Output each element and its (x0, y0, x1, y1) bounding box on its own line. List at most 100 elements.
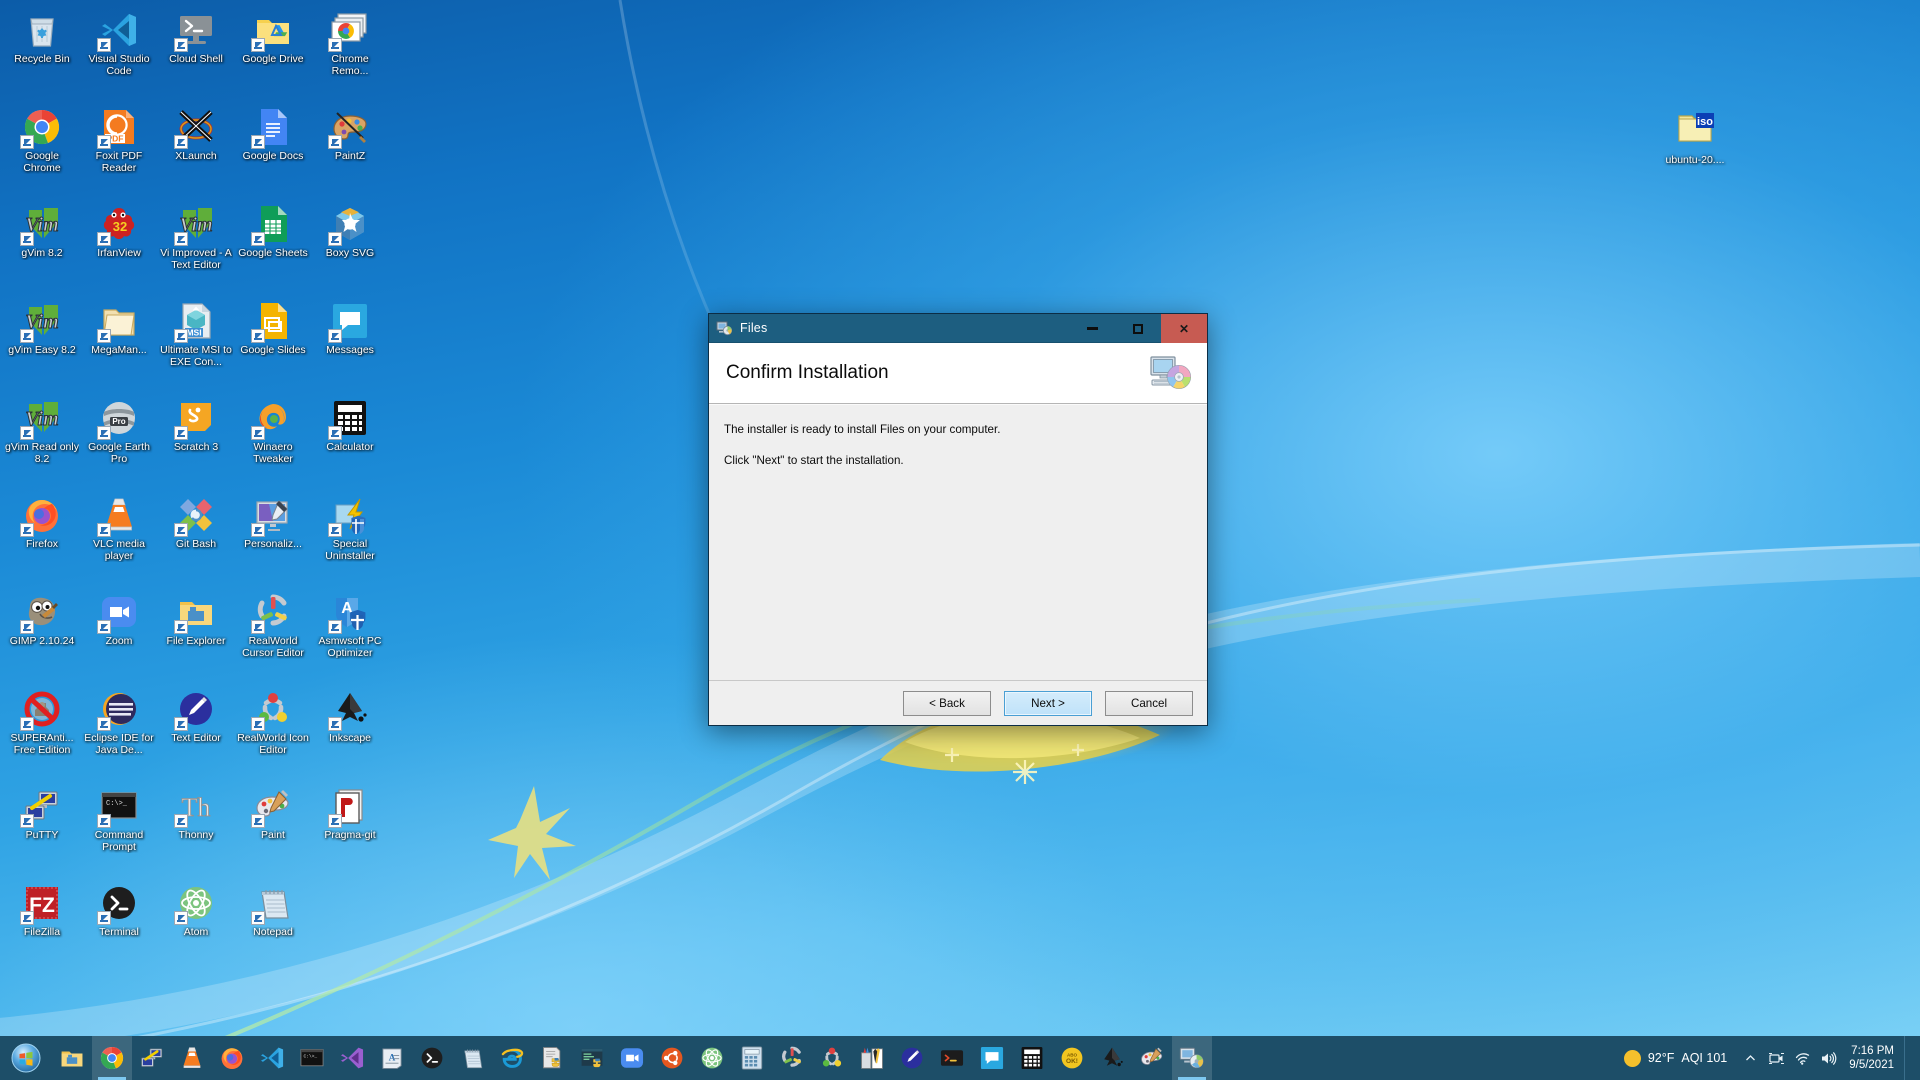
desktop-icon-gimp-2-10-24[interactable]: GIMP 2.10.24 (4, 586, 80, 683)
taskbar-item-vlc-media-player[interactable] (172, 1036, 212, 1080)
desktop-icon-cloud-shell[interactable]: Cloud Shell (158, 4, 234, 101)
desktop-icon-notepad[interactable]: Notepad (235, 877, 311, 974)
clock[interactable]: 7:16 PM 9/5/2021 (1841, 1036, 1904, 1080)
desktop-icon-eclipse-ide-for-java-de[interactable]: Eclipse IDE for Java De... (81, 683, 157, 780)
taskbar-item-file-explorer[interactable] (52, 1036, 92, 1080)
taskbar-item-command-prompt[interactable]: C:\>_ (292, 1036, 332, 1080)
taskbar-item-text-editor[interactable] (892, 1036, 932, 1080)
taskbar-item-terminal-2[interactable] (932, 1036, 972, 1080)
desktop-icon-putty[interactable]: PuTTY (4, 780, 80, 877)
desktop-icon-paint[interactable]: Paint (235, 780, 311, 877)
desktop-icon-ultimate-msi-to-exe-con[interactable]: MSI Ultimate MSI to EXE Con... (158, 295, 234, 392)
desktop-icon-filezilla[interactable]: FZ FileZilla (4, 877, 80, 974)
taskbar-item-firefox[interactable] (212, 1036, 252, 1080)
desktop-icon-superanti-free-edition[interactable]: SUPERAnti... Free Edition (4, 683, 80, 780)
desktop-icon-chrome-remo[interactable]: Chrome Remo... (312, 4, 388, 101)
desktop-icon-git-bash[interactable]: Git Bash (158, 489, 234, 586)
taskbar-item-python-idle[interactable] (532, 1036, 572, 1080)
show-hidden-icons-button[interactable] (1737, 1036, 1763, 1080)
desktop-icon-vlc-media-player[interactable]: VLC media player (81, 489, 157, 586)
taskbar-item-wordpad[interactable]: A (372, 1036, 412, 1080)
desktop-icon-google-slides[interactable]: Google Slides (235, 295, 311, 392)
start-button[interactable] (0, 1036, 52, 1080)
desktop-icon-google-chrome[interactable]: Google Chrome (4, 101, 80, 198)
desktop-icon-recycle-bin[interactable]: Recycle Bin (4, 4, 80, 101)
taskbar-item-terminal[interactable] (412, 1036, 452, 1080)
desktop-icon-google-docs[interactable]: Google Docs (235, 101, 311, 198)
taskbar-item-paint-tools[interactable] (852, 1036, 892, 1080)
desktop-icon-ubuntu-iso[interactable]: iso ubuntu-20.... (1657, 100, 1733, 197)
desktop-icon-google-earth-pro[interactable]: Pro Google Earth Pro (81, 392, 157, 489)
taskbar-item-inkscape[interactable] (1092, 1036, 1132, 1080)
desktop-icon-boxy-svg[interactable]: Boxy SVG (312, 198, 388, 295)
weather-widget[interactable]: 92°F AQI 101 (1618, 1036, 1737, 1080)
desktop-icon-special-uninstaller[interactable]: Special Uninstaller (312, 489, 388, 586)
taskbar-item-google-chrome[interactable] (92, 1036, 132, 1080)
desktop-icon-command-prompt[interactable]: C:\>_ Command Prompt (81, 780, 157, 877)
desktop-icon-file-explorer[interactable]: File Explorer (158, 586, 234, 683)
desktop-icon-gvim-easy-8-2[interactable]: Vim gVim Easy 8.2 (4, 295, 80, 392)
taskbar-item-zoom[interactable] (612, 1036, 652, 1080)
desktop-icon-xlaunch[interactable]: XLaunch (158, 101, 234, 198)
taskbar-item-calculator-classic[interactable] (732, 1036, 772, 1080)
taskbar-item-realworld-cursor-editor[interactable] (772, 1036, 812, 1080)
desktop-icon-irfanview[interactable]: 32 IrfanView (81, 198, 157, 295)
meet-camera-icon[interactable] (1763, 1036, 1789, 1080)
taskbar-item-realworld-icon-editor[interactable] (812, 1036, 852, 1080)
desktop-icon-messages[interactable]: Messages (312, 295, 388, 392)
weather-temperature: 92°F (1647, 1051, 1675, 1065)
desktop-icon-gvim-read-only-8-2[interactable]: Vim gVim Read only 8.2 (4, 392, 80, 489)
close-button[interactable]: ✕ (1161, 314, 1207, 343)
dialog-titlebar[interactable]: Files ✕ (709, 314, 1207, 343)
show-desktop-button[interactable] (1904, 1036, 1912, 1080)
taskbar-item-paint[interactable] (1132, 1036, 1172, 1080)
desktop-icon-pragma-git[interactable]: Pragma-git (312, 780, 388, 877)
back-button[interactable]: < Back (903, 690, 991, 716)
taskbar-item-notepad[interactable] (452, 1036, 492, 1080)
desktop-icon-winaero-tweaker[interactable]: Winaero Tweaker (235, 392, 311, 489)
desktop-icon-calculator[interactable]: Calculator (312, 392, 388, 489)
desktop-icon-megaman[interactable]: MegaMan... (81, 295, 157, 392)
desktop-icon-asmwsoft-pc-optimizer[interactable]: A Asmwsoft PC Optimizer (312, 586, 388, 683)
desktop-icon-text-editor[interactable]: Text Editor (158, 683, 234, 780)
taskbar-item-visual-studio[interactable] (332, 1036, 372, 1080)
taskbar-item-putty[interactable] (132, 1036, 172, 1080)
desktop-icon-visual-studio-code[interactable]: Visual Studio Code (81, 4, 157, 101)
taskbar-item-calculator[interactable] (1012, 1036, 1052, 1080)
desktop-icon-realworld-icon-editor[interactable]: RealWorld Icon Editor (235, 683, 311, 780)
taskbar-item-messages[interactable] (972, 1036, 1012, 1080)
desktop-icon-foxit-pdf-reader[interactable]: PDF Foxit PDF Reader (81, 101, 157, 198)
taskbar-item-ubuntu[interactable] (652, 1036, 692, 1080)
next-button[interactable]: Next > (1004, 690, 1092, 716)
taskbar-item-internet-explorer[interactable] (492, 1036, 532, 1080)
cancel-button[interactable]: Cancel (1105, 690, 1193, 716)
shortcut-overlay-icon (328, 232, 342, 246)
desktop-icon-google-sheets[interactable]: Google Sheets (235, 198, 311, 295)
taskbar-item-visual-studio-code[interactable] (252, 1036, 292, 1080)
desktop-icon-label: Ultimate MSI to EXE Con... (160, 345, 232, 368)
desktop-icon-google-drive[interactable]: Google Drive (235, 4, 311, 101)
desktop-icon-zoom[interactable]: Zoom (81, 586, 157, 683)
volume-icon[interactable] (1815, 1036, 1841, 1080)
desktop-icon-paintz[interactable]: PaintZ (312, 101, 388, 198)
desktop-icon-firefox[interactable]: Firefox (4, 489, 80, 586)
desktop-icon-scratch-3[interactable]: Scratch 3 (158, 392, 234, 489)
desktop-icon-personaliz[interactable]: Personaliz... (235, 489, 311, 586)
taskbar-item-python-shell[interactable] (572, 1036, 612, 1080)
shortcut-overlay-icon (328, 523, 342, 537)
taskbar-item-atom[interactable] (692, 1036, 732, 1080)
desktop-icon-label: Asmwsoft PC Optimizer (318, 636, 382, 659)
wifi-icon[interactable] (1789, 1036, 1815, 1080)
shortcut-overlay-icon (20, 523, 34, 537)
desktop-icon-gvim-8-2[interactable]: Vim gVim 8.2 (4, 198, 80, 295)
taskbar-item-abook-ok[interactable]: ABO OK! (1052, 1036, 1092, 1080)
desktop-icon-vi-improved-a-text-editor[interactable]: Vim Vi Improved - A Text Editor (158, 198, 234, 295)
maximize-button[interactable] (1115, 314, 1161, 343)
desktop-icon-thonny[interactable]: Th Thonny (158, 780, 234, 877)
desktop-icon-inkscape[interactable]: Inkscape (312, 683, 388, 780)
desktop-icon-atom[interactable]: Atom (158, 877, 234, 974)
desktop-icon-realworld-cursor-editor[interactable]: RealWorld Cursor Editor (235, 586, 311, 683)
minimize-button[interactable] (1069, 314, 1115, 343)
desktop-icon-terminal[interactable]: Terminal (81, 877, 157, 974)
taskbar-item-installer-files[interactable] (1172, 1036, 1212, 1080)
